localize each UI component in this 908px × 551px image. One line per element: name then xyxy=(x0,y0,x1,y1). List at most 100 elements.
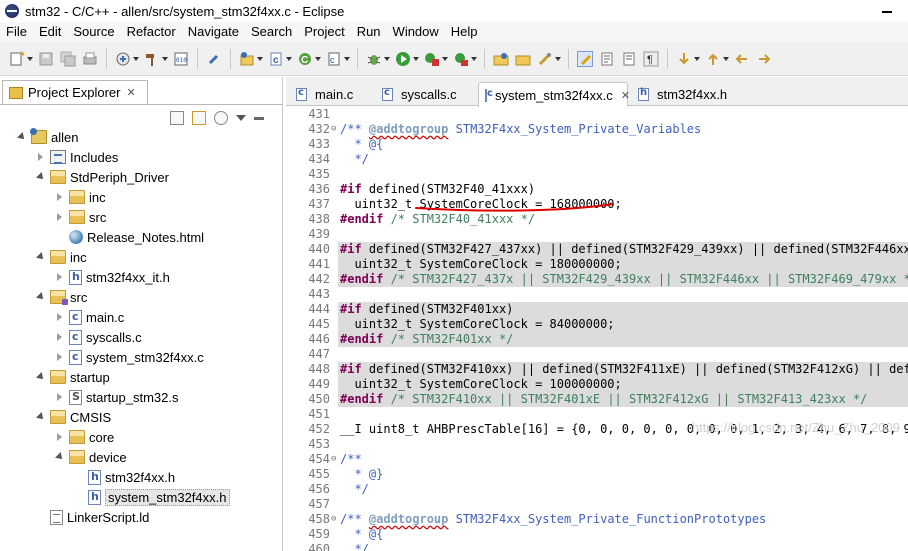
menu-project[interactable]: Project xyxy=(298,22,350,42)
code-line[interactable]: 431 xyxy=(286,107,908,122)
code-line[interactable]: 459 * @{ xyxy=(286,527,908,542)
menu-navigate[interactable]: Navigate xyxy=(182,22,245,42)
code-line[interactable]: 449 uint32_t SystemCoreClock = 100000000… xyxy=(308,377,908,392)
code-line[interactable]: 456 */ xyxy=(286,482,908,497)
code-editor[interactable]: 431 432 ⊖/** @addtogroup STM32F4xx_System_… xyxy=(286,107,908,551)
editor-tab[interactable]: syscalls.c xyxy=(376,82,472,106)
code-line[interactable]: 432 ⊖/** @addtogroup STM32F4xx_System_Pri… xyxy=(286,122,908,137)
hammer-icon[interactable] xyxy=(144,51,168,67)
expanded-arrow-icon[interactable] xyxy=(36,372,46,382)
tree-item[interactable]: CMSIS xyxy=(36,407,111,427)
new-class-icon[interactable]: c xyxy=(268,51,292,67)
block-select-icon[interactable] xyxy=(599,51,615,67)
code-line[interactable]: 434 */ xyxy=(286,152,908,167)
code-line[interactable]: 441 uint32_t SystemCoreClock = 180000000… xyxy=(308,257,908,272)
code-line[interactable]: 435 xyxy=(286,167,908,182)
collapsed-arrow-icon[interactable] xyxy=(55,432,65,442)
collapse-all-icon[interactable] xyxy=(170,111,184,125)
code-line[interactable]: 443 xyxy=(286,287,908,302)
expanded-arrow-icon[interactable] xyxy=(36,172,46,182)
view-menu-icon[interactable] xyxy=(236,115,246,121)
tree-item[interactable]: StdPeriph_Driver xyxy=(36,167,169,187)
menu-window[interactable]: Window xyxy=(387,22,445,42)
profile-icon[interactable] xyxy=(453,51,477,67)
tree-item[interactable]: device xyxy=(55,447,127,467)
tree-item[interactable]: syscalls.c xyxy=(55,327,142,347)
code-line[interactable]: 460 */ xyxy=(286,542,908,551)
code-line[interactable]: 450 #endif /* STM32F410xx || STM32F401xE … xyxy=(308,392,908,407)
expanded-arrow-icon[interactable] xyxy=(36,292,46,302)
menu-run[interactable]: Run xyxy=(351,22,387,42)
expanded-arrow-icon[interactable] xyxy=(36,412,46,422)
open-folder-icon[interactable] xyxy=(515,51,531,67)
fold-toggle-icon[interactable]: ⊖ xyxy=(331,455,340,464)
link-with-editor-icon[interactable] xyxy=(192,111,206,125)
print-icon[interactable] xyxy=(82,51,98,67)
debug-icon[interactable] xyxy=(366,51,390,67)
search-icon[interactable] xyxy=(537,51,561,67)
collapsed-arrow-icon[interactable] xyxy=(55,312,65,322)
external-tools-icon[interactable] xyxy=(424,51,448,67)
collapsed-arrow-icon[interactable] xyxy=(36,152,46,162)
code-line[interactable]: 440 #if defined(STM32F427_437xx) || defin… xyxy=(308,242,908,257)
prev-annotation-icon[interactable] xyxy=(705,51,729,67)
code-line[interactable]: 447 xyxy=(286,347,908,362)
minimize-view-icon[interactable] xyxy=(254,116,264,120)
tree-item[interactable]: src xyxy=(55,207,106,227)
collapsed-arrow-icon[interactable] xyxy=(55,212,65,222)
pilcrow-icon[interactable]: ¶ xyxy=(643,51,659,67)
code-line[interactable]: 457 xyxy=(286,497,908,512)
show-whitespace-icon[interactable] xyxy=(621,51,637,67)
next-annotation-icon[interactable] xyxy=(676,51,700,67)
binary-icon[interactable]: 010 xyxy=(173,51,189,67)
tree-item[interactable]: Release_Notes.html xyxy=(55,227,204,247)
project-explorer-tab[interactable]: Project Explorer ✕ xyxy=(2,80,148,104)
back-icon[interactable] xyxy=(734,51,750,67)
code-line[interactable]: 446 #endif /* STM32F401xx */ xyxy=(308,332,908,347)
editor-tab[interactable]: main.c xyxy=(290,82,372,106)
tree-item[interactable]: core xyxy=(55,427,114,447)
code-line[interactable]: 436 #if defined(STM32F40_41xxx) xyxy=(286,182,908,197)
tree-item[interactable]: inc xyxy=(36,247,87,267)
minimize-button[interactable] xyxy=(882,11,892,13)
menu-help[interactable]: Help xyxy=(445,22,484,42)
editor-tab[interactable]: system_stm32f4xx.c ✕ xyxy=(478,82,630,107)
tree-item[interactable]: main.c xyxy=(55,307,124,327)
code-line[interactable]: 444 #if defined(STM32F401xx) xyxy=(308,302,908,317)
tree-item[interactable]: LinkerScript.ld xyxy=(36,507,149,527)
code-line[interactable]: 448 #if defined(STM32F410xx) || defined(S… xyxy=(308,362,908,377)
build-target-icon[interactable] xyxy=(115,51,139,67)
code-line[interactable]: 458 ⊖/** @addtogroup STM32F4xx_System_Pri… xyxy=(286,512,908,527)
expanded-arrow-icon[interactable] xyxy=(17,132,27,142)
close-tab-icon[interactable]: ✕ xyxy=(621,89,630,102)
code-line[interactable]: 454 ⊖/** xyxy=(286,452,908,467)
tree-item[interactable]: stm32f4xx_it.h xyxy=(55,267,170,287)
tree-item[interactable]: Includes xyxy=(36,147,118,167)
new-cpp-icon[interactable]: C xyxy=(297,51,321,67)
open-type-icon[interactable] xyxy=(493,51,509,67)
tree-item[interactable]: startup_stm32.s xyxy=(55,387,179,407)
collapsed-arrow-icon[interactable] xyxy=(55,352,65,362)
new-icon[interactable] xyxy=(9,50,33,67)
menu-edit[interactable]: Edit xyxy=(33,22,67,42)
close-icon[interactable]: ✕ xyxy=(126,86,135,99)
save-icon[interactable] xyxy=(38,51,54,67)
editor-tab[interactable]: stm32f4xx.h xyxy=(632,82,742,106)
pin-icon[interactable] xyxy=(206,51,222,67)
tree-item[interactable]: stm32f4xx.h xyxy=(74,467,175,487)
tree-item[interactable]: src xyxy=(36,287,87,307)
menu-source[interactable]: Source xyxy=(67,22,120,42)
new-project-icon[interactable] xyxy=(239,51,263,67)
save-all-icon[interactable] xyxy=(60,51,76,67)
menu-file[interactable]: File xyxy=(0,22,33,42)
collapsed-arrow-icon[interactable] xyxy=(55,192,65,202)
expanded-arrow-icon[interactable] xyxy=(36,252,46,262)
code-line[interactable]: 455 * @} xyxy=(286,467,908,482)
run-icon[interactable] xyxy=(395,51,419,67)
expanded-arrow-icon[interactable] xyxy=(55,452,65,462)
highlight-toggle-icon[interactable] xyxy=(577,50,593,67)
code-line[interactable]: 442 #endif /* STM32F427_437x || STM32F429… xyxy=(308,272,908,287)
fold-toggle-icon[interactable]: ⊖ xyxy=(331,125,340,134)
new-file-icon[interactable]: c xyxy=(326,51,350,67)
menu-refactor[interactable]: Refactor xyxy=(121,22,182,42)
